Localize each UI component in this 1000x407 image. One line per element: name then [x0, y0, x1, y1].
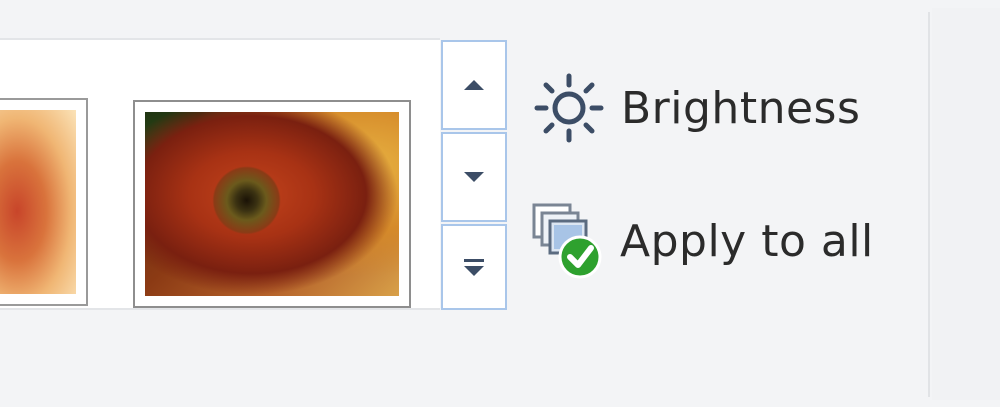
chevron-up-icon [464, 80, 484, 90]
group-divider [928, 12, 930, 397]
gallery-thumbnail-previous[interactable] [0, 98, 88, 306]
chevron-down-icon [464, 172, 484, 182]
gallery-scroll-down-button[interactable] [441, 132, 507, 222]
effects-gallery [0, 38, 440, 310]
flower-photo-current [145, 112, 399, 296]
flower-photo-previous [0, 110, 76, 294]
gallery-more-button[interactable] [441, 224, 507, 310]
sun-icon [534, 73, 604, 143]
brightness-button[interactable]: Brightness [533, 68, 860, 148]
brightness-label: Brightness [621, 82, 861, 134]
gallery-thumbnail-current[interactable] [133, 100, 411, 308]
apply-to-all-icon [532, 203, 602, 279]
apply-to-all-button[interactable]: Apply to all [530, 196, 874, 286]
ribbon: Brightness Apply to all [0, 0, 1000, 407]
gallery-more-icon [464, 258, 484, 276]
next-group-area [932, 8, 1000, 400]
effects-group: Brightness Apply to all [0, 8, 930, 400]
apply-to-all-label: Apply to all [620, 215, 874, 267]
gallery-scroll-up-button[interactable] [441, 40, 507, 130]
